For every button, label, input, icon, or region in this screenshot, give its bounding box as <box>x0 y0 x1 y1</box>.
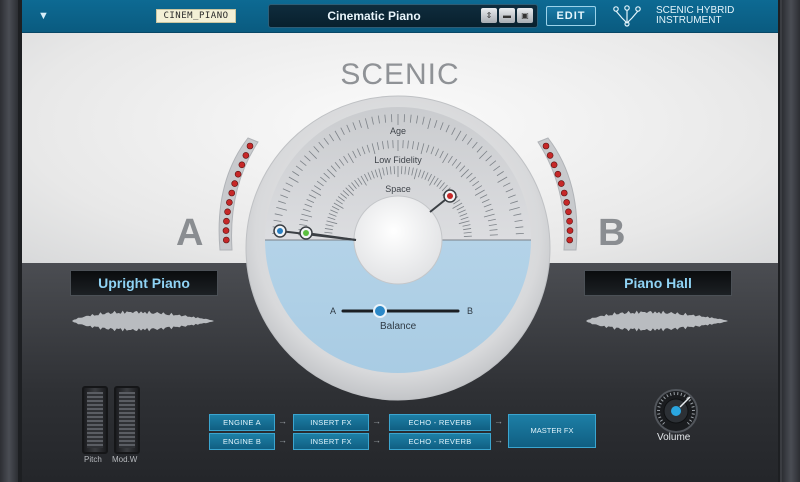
dial-hub <box>353 195 443 285</box>
waveform-b <box>586 310 728 332</box>
volume-tick <box>691 406 695 408</box>
dial-label-low-fidelity: Low Fidelity <box>374 155 422 165</box>
led-dot <box>234 170 242 178</box>
arrow-icon: → <box>494 416 503 426</box>
volume-tick <box>657 406 661 408</box>
led-dot <box>238 161 246 169</box>
balance-right-label: B <box>467 306 474 316</box>
balance-label: Balance <box>380 321 417 332</box>
side-label-a: A <box>176 212 204 254</box>
arrow-icon: → <box>372 435 381 445</box>
led-dot <box>542 142 550 150</box>
led-dot <box>223 217 230 225</box>
balance-left-label: A <box>330 306 337 316</box>
space-knob-center <box>447 193 453 199</box>
led-dot <box>566 217 573 225</box>
balance-slider-handle[interactable] <box>373 304 387 318</box>
insert-fx-a-button[interactable]: INSERT FX <box>293 414 369 431</box>
waveform-a <box>72 310 214 332</box>
volume-tick <box>691 413 695 415</box>
echo-reverb-b-button[interactable]: ECHO - REVERB <box>389 433 491 450</box>
led-dot <box>231 180 239 187</box>
master-fx-button[interactable]: MASTER FX <box>508 414 596 448</box>
led-dot <box>566 236 574 244</box>
led-dot <box>563 199 570 206</box>
pitch-wheel[interactable] <box>82 386 108 454</box>
led-dot <box>565 208 572 216</box>
side-label-b: B <box>598 212 626 254</box>
low-fidelity-knob-center <box>303 230 309 236</box>
led-dot <box>550 161 558 169</box>
pitch-label: Pitch <box>84 455 102 464</box>
led-dot <box>546 152 554 159</box>
engine-a-button[interactable]: ENGINE A <box>209 414 275 431</box>
mod-label: Mod.W <box>112 455 138 464</box>
echo-reverb-a-button[interactable]: ECHO - REVERB <box>389 414 491 431</box>
volume-label: Volume <box>657 432 691 443</box>
dial-label-space: Space <box>385 184 411 194</box>
arrow-icon: → <box>278 435 287 445</box>
arrow-icon: → <box>278 416 287 426</box>
led-dot <box>222 227 230 234</box>
engine-b-button[interactable]: ENGINE B <box>209 433 275 450</box>
led-dot <box>246 142 254 150</box>
led-dot <box>228 189 236 197</box>
volume-tick <box>657 413 661 415</box>
dial-label-age: Age <box>390 126 406 136</box>
led-dot <box>224 208 231 216</box>
engine-b-display[interactable]: Piano Hall <box>584 270 732 296</box>
led-dot <box>222 236 230 244</box>
led-dot <box>566 227 574 234</box>
insert-fx-b-button[interactable]: INSERT FX <box>293 433 369 450</box>
led-dot <box>554 170 562 178</box>
led-dot <box>557 180 565 187</box>
mod-wheel[interactable] <box>114 386 140 454</box>
age-knob-center <box>277 228 283 234</box>
engine-a-display[interactable]: Upright Piano <box>70 270 218 296</box>
led-dot <box>226 199 233 206</box>
arrow-icon: → <box>372 416 381 426</box>
led-dot <box>560 189 568 197</box>
volume-knob-indicator <box>671 406 681 416</box>
arrow-icon: → <box>494 435 503 445</box>
led-dot <box>242 152 250 159</box>
